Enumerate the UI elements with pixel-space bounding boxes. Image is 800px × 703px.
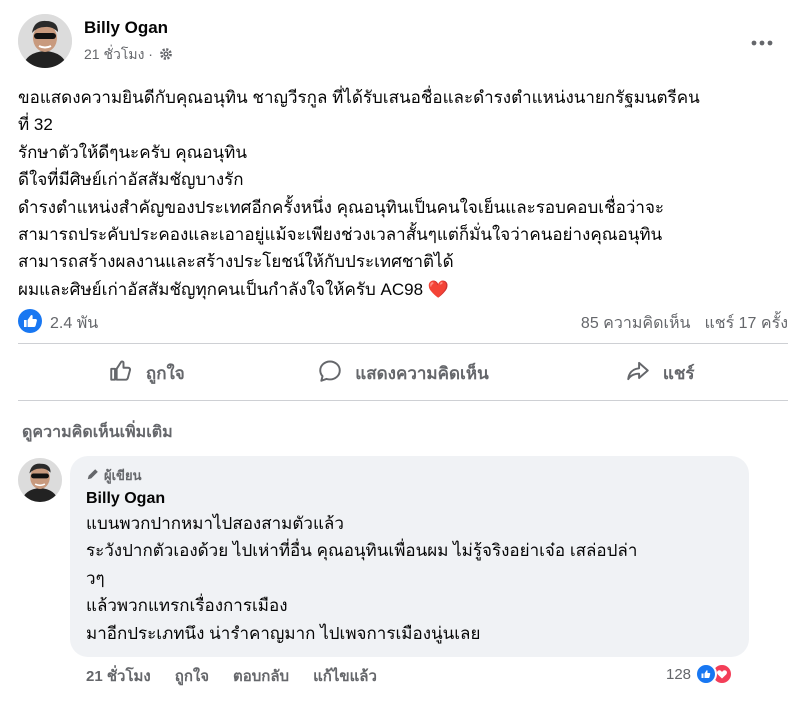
comment-time[interactable]: 21 ชั่วโมง bbox=[86, 664, 151, 688]
more-options-button[interactable] bbox=[744, 24, 780, 60]
like-reaction-icon bbox=[18, 309, 42, 338]
comment-line: มาอีกประเภทนึง น่ารำคาญมาก ไปเพจการเมือง… bbox=[86, 623, 481, 643]
post-meta: 21 ชั่วโมง · bbox=[84, 44, 173, 66]
like-reaction-icon bbox=[695, 663, 718, 685]
comment-reactions[interactable]: 128 bbox=[666, 663, 734, 685]
comment-reaction-icons bbox=[695, 663, 734, 685]
comment-line: วๆ bbox=[86, 568, 105, 588]
gear-icon[interactable] bbox=[159, 47, 173, 64]
author-avatar[interactable] bbox=[18, 14, 72, 68]
post-stats: 2.4 พัน 85 ความคิดเห็น แชร์ 17 ครั้ง bbox=[18, 306, 788, 336]
divider bbox=[18, 343, 788, 344]
comment-line: แบนพวกปากหมาไปสองสามตัวแล้ว bbox=[86, 514, 344, 533]
post-time[interactable]: 21 ชั่วโมง · bbox=[84, 44, 153, 66]
author-badge: ผู้เขียน bbox=[86, 466, 733, 484]
share-label: แชร์ bbox=[662, 363, 695, 383]
shares-count[interactable]: แชร์ 17 ครั้ง bbox=[704, 311, 788, 336]
post-line: ดำรงตำแหน่งสำคัญของประเทศอีกครั้งหนึ่ง ค… bbox=[18, 197, 665, 217]
commenter-name[interactable]: Billy Ogan bbox=[86, 490, 733, 508]
like-button[interactable]: ถูกใจ bbox=[18, 351, 275, 395]
divider bbox=[18, 400, 788, 401]
share-button[interactable]: แชร์ bbox=[531, 351, 788, 395]
comment-bubble-icon bbox=[317, 358, 343, 389]
comment-like-button[interactable]: ถูกใจ bbox=[175, 664, 209, 688]
comment-line: แล้วพวกแทรกเรื่องการเมือง bbox=[86, 596, 288, 616]
comment-label: แสดงความคิดเห็น bbox=[355, 363, 489, 383]
comment-edited-label: แก้ไขแล้ว bbox=[313, 668, 377, 685]
comment-reply-button[interactable]: ตอบกลับ bbox=[233, 664, 289, 688]
pencil-icon bbox=[86, 467, 100, 484]
likes-count: 2.4 พัน bbox=[50, 315, 99, 332]
comment-reaction-count: 128 bbox=[666, 665, 692, 683]
author-badge-label: ผู้เขียน bbox=[104, 467, 142, 483]
share-arrow-icon bbox=[625, 358, 651, 389]
comment-button[interactable]: แสดงความคิดเห็น bbox=[275, 351, 532, 395]
post-body: ขอแสดงความยินดีกับคุณอนุทิน ชาญวีรกูล ที… bbox=[18, 84, 788, 303]
comments-count[interactable]: 85 ความคิดเห็น bbox=[581, 311, 691, 336]
view-more-comments-link[interactable]: ดูความคิดเห็นเพิ่มเติม bbox=[22, 420, 173, 445]
comment-line: ระวังปากตัวเองด้วย ไปเห่าที่อื่น คุณอนุท… bbox=[86, 541, 638, 561]
comment-text: แบนพวกปากหมาไปสองสามตัวแล้ว ระวังปากตัวเ… bbox=[86, 510, 733, 647]
action-bar: ถูกใจ แสดงความคิดเห็น แชร์ bbox=[18, 351, 788, 395]
comment-bubble: ผู้เขียน Billy Ogan แบนพวกปากหมาไปสองสาม… bbox=[70, 456, 749, 657]
post-line: ขอแสดงความยินดีกับคุณอนุทิน ชาญวีรกูล ที… bbox=[18, 88, 700, 107]
post-line: รักษาตัวให้ดีๆนะครับ คุณอนุทิน bbox=[18, 142, 248, 162]
author-name[interactable]: Billy Ogan bbox=[84, 18, 168, 38]
more-horizontal-icon bbox=[751, 33, 773, 51]
like-label: ถูกใจ bbox=[145, 363, 185, 383]
post-line: ที่ 32 bbox=[18, 115, 53, 135]
post-line: ดีใจที่มีศิษย์เก่าอัสสัมชัญบางรัก bbox=[18, 170, 244, 190]
reaction-summary[interactable]: 2.4 พัน bbox=[18, 309, 98, 338]
post-header: Billy Ogan 21 ชั่วโมง · bbox=[18, 14, 788, 70]
commenter-avatar[interactable] bbox=[18, 458, 62, 502]
thumbs-up-icon bbox=[108, 358, 134, 389]
comment-footer: 21 ชั่วโมง ถูกใจ ตอบกลับ แก้ไขแล้ว bbox=[86, 664, 377, 688]
engagement-counts: 85 ความคิดเห็น แชร์ 17 ครั้ง bbox=[581, 311, 788, 336]
post-line: ผมและศิษย์เก่าอัสสัมชัญทุกคนเป็นกำลังใจใ… bbox=[18, 279, 449, 299]
post-line: สามารถสร้างผลงานและสร้างประโยชน์ให้กับปร… bbox=[18, 252, 454, 272]
post-line: สามารถประคับประคองและเอาอยู่แม้จะเพียงช่… bbox=[18, 225, 663, 245]
